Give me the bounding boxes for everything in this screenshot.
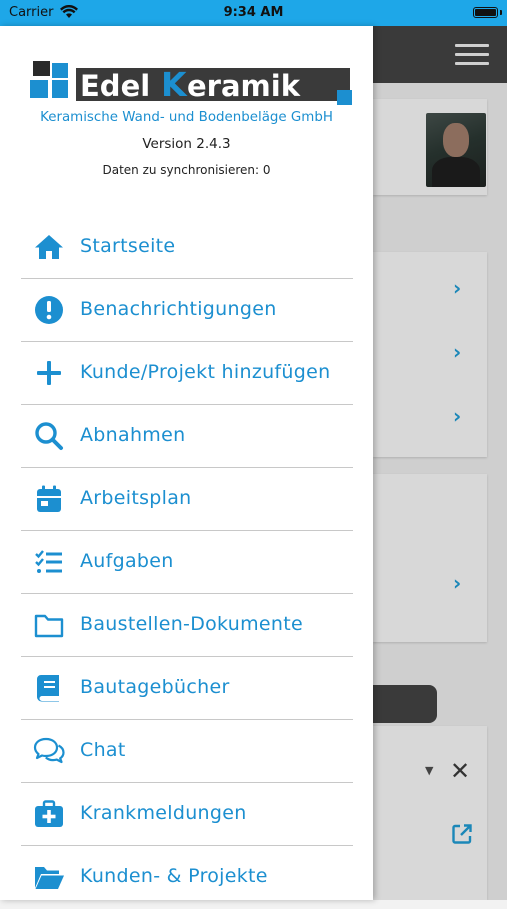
external-link-icon[interactable]	[451, 823, 473, 845]
menu-item-bautagebuecher[interactable]: Bautagebücher	[21, 657, 353, 720]
menu-item-baustellen-dokumente[interactable]: Baustellen-Dokumente	[21, 594, 353, 657]
menu-item-abnahmen[interactable]: Abnahmen	[21, 405, 353, 468]
company-subtitle: Keramische Wand- und Bodenbeläge GmbH	[40, 110, 333, 125]
background-card	[373, 252, 487, 457]
svg-text:Edel: Edel	[80, 69, 150, 103]
menu-item-benachrichtigungen[interactable]: Benachrichtigungen	[21, 279, 353, 342]
svg-text:eramik: eramik	[187, 69, 301, 103]
clock: 9:34 AM	[223, 5, 284, 20]
menu-item-krankmeldungen[interactable]: Krankmeldungen	[21, 783, 353, 846]
menu-item-aufgaben[interactable]: Aufgaben	[21, 531, 353, 594]
background-panel	[373, 726, 487, 900]
caret-down-icon[interactable]: ▼	[425, 764, 433, 777]
calendar-icon	[37, 485, 61, 512]
menu-item-startseite[interactable]: Startseite	[21, 216, 353, 279]
chevron-right-icon[interactable]: ›	[453, 340, 461, 364]
plus-icon	[37, 361, 61, 385]
drawer-menu: Startseite Benachrichtigungen Kunde/Proj…	[21, 216, 353, 909]
svg-text:K: K	[161, 65, 188, 104]
background-screen[interactable]: › › › › r ▼ ✕	[373, 26, 507, 900]
menu-item-chat[interactable]: Chat	[21, 720, 353, 783]
status-bar: Carrier 9:34 AM	[0, 0, 507, 26]
avatar	[426, 113, 486, 187]
sync-status: Daten zu synchronisieren: 0	[102, 163, 271, 177]
background-topbar	[373, 26, 507, 83]
book-icon	[37, 675, 59, 702]
chat-icon	[33, 737, 65, 764]
battery-icon	[473, 7, 498, 18]
search-icon	[35, 422, 63, 450]
medical-kit-icon	[35, 800, 63, 827]
app-version: Version 2.4.3	[142, 136, 231, 152]
navigation-drawer: Edel K eramik Keramische Wand- und Boden…	[0, 26, 373, 900]
checklist-icon	[35, 550, 62, 573]
menu-item-arbeitsplan[interactable]: Arbeitsplan	[21, 468, 353, 531]
folder-icon	[34, 614, 64, 638]
background-card	[373, 474, 487, 642]
background-button[interactable]: r	[373, 685, 437, 723]
close-icon[interactable]: ✕	[450, 757, 470, 785]
home-icon	[35, 235, 63, 259]
hamburger-menu-icon[interactable]	[455, 44, 489, 66]
chevron-right-icon[interactable]: ›	[453, 571, 461, 595]
folder-open-icon	[35, 867, 64, 889]
chevron-right-icon[interactable]: ›	[453, 276, 461, 300]
chevron-right-icon[interactable]: ›	[453, 404, 461, 428]
menu-item-kunde-projekt-hinzufuegen[interactable]: Kunde/Projekt hinzufügen	[21, 342, 353, 405]
alert-circle-icon	[35, 296, 63, 324]
